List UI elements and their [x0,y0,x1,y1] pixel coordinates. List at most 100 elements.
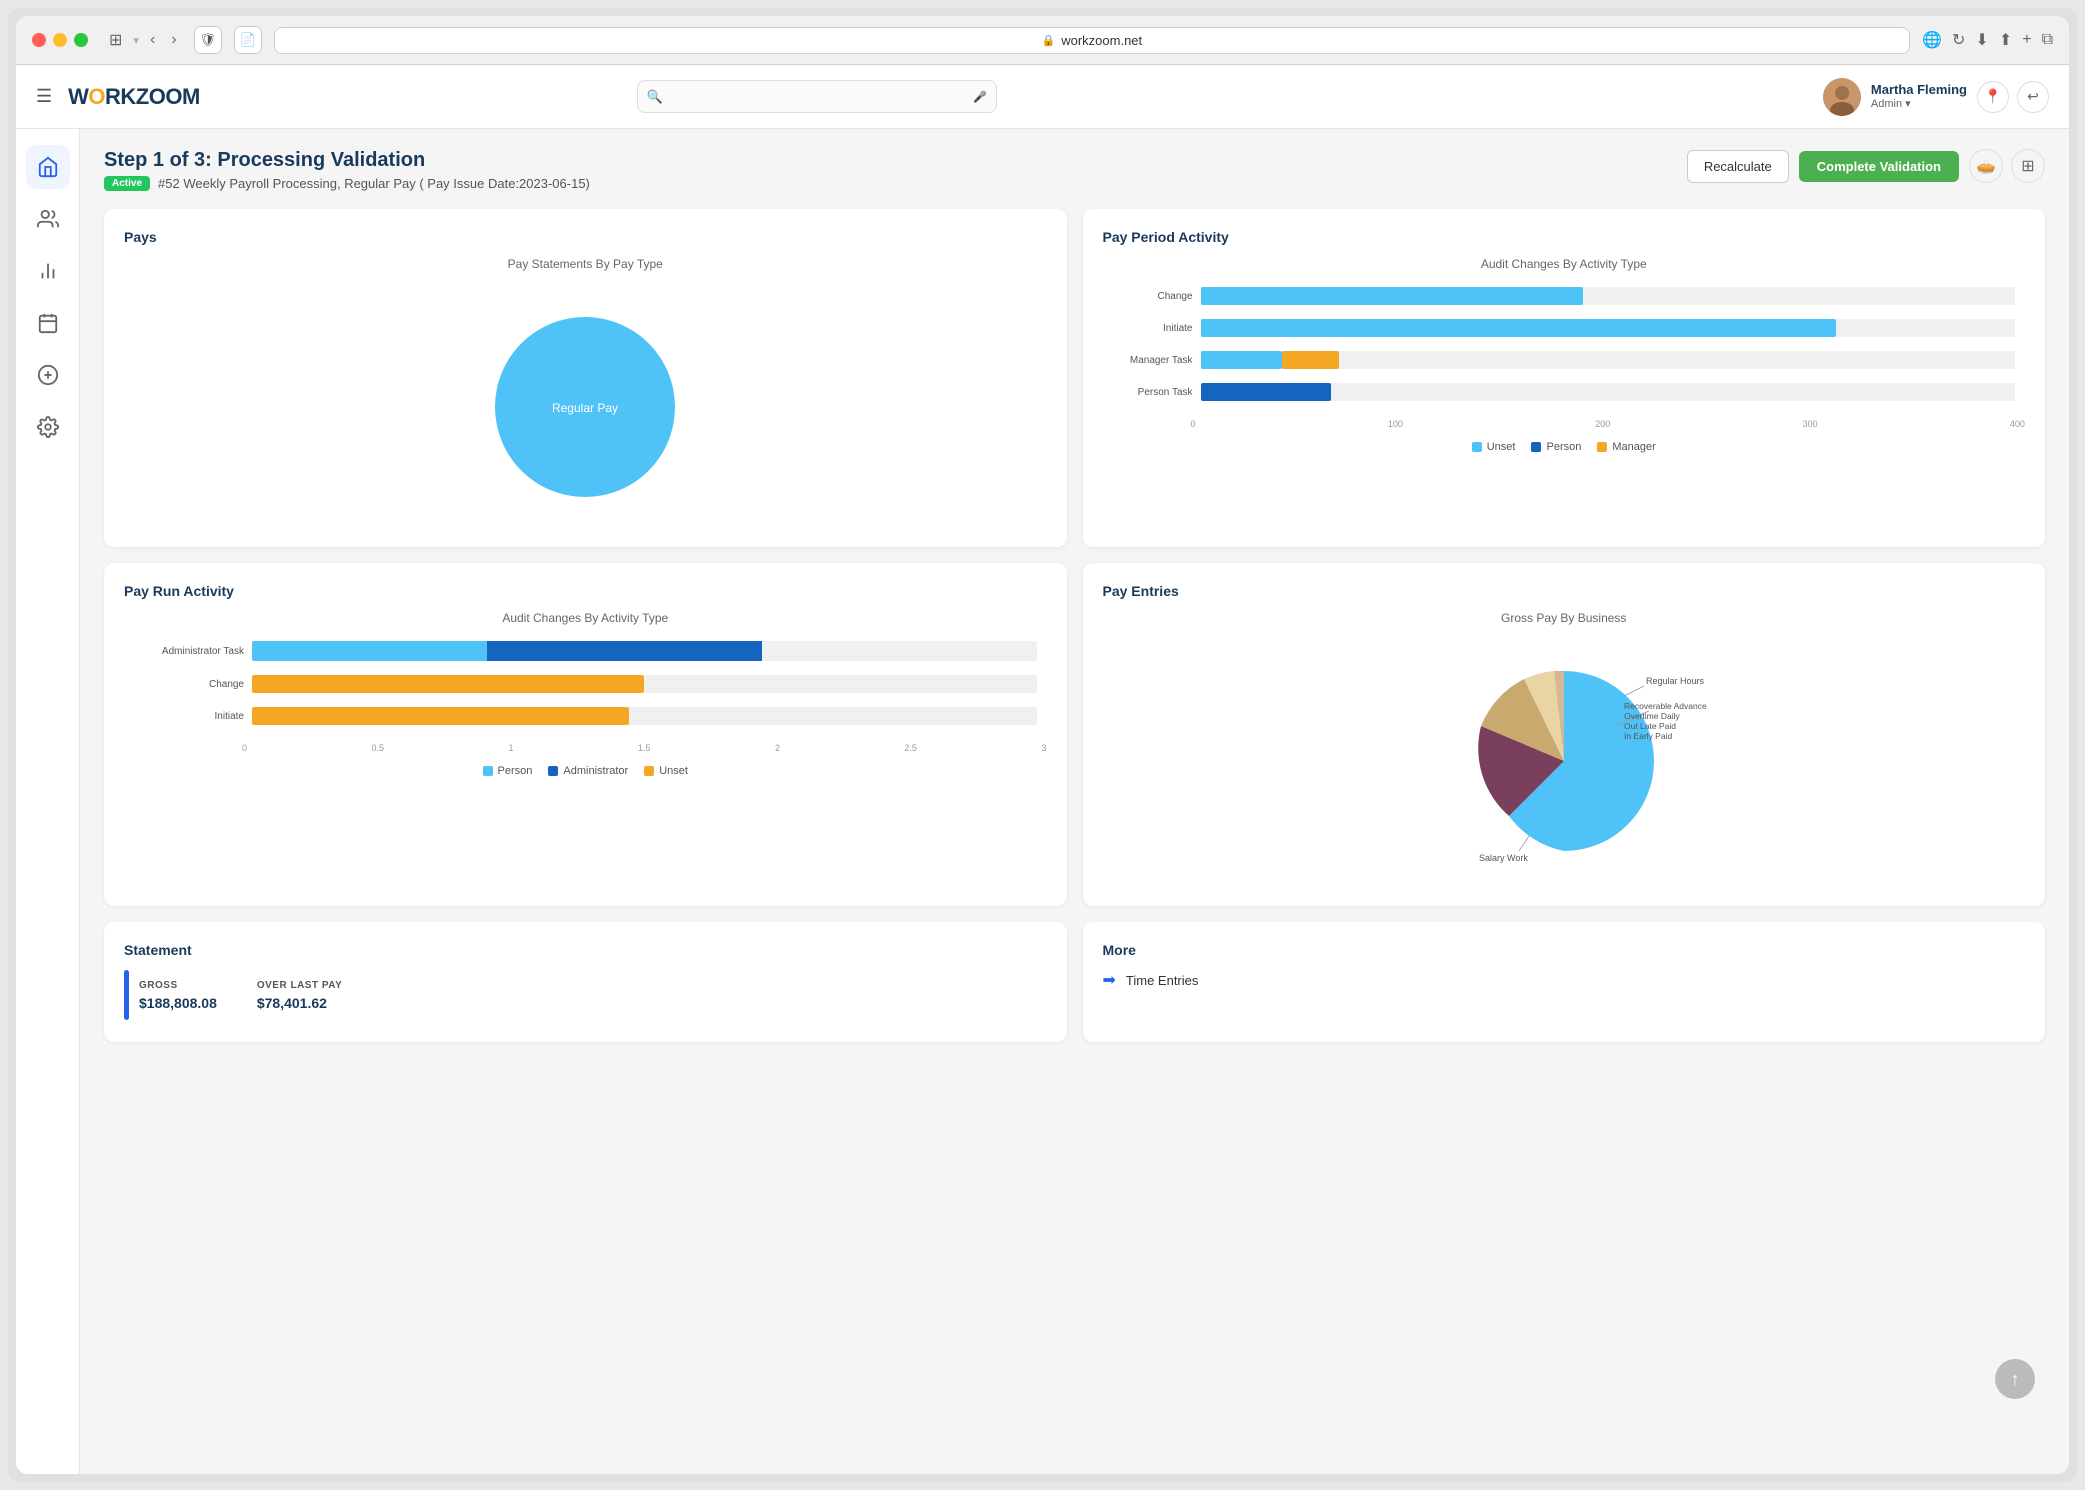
logo: WORKZOOM [68,84,200,110]
header-icon-buttons: 🥧 ⊞ [1969,149,2045,183]
download-icon[interactable]: ⬇ [1975,30,1988,50]
pay-entries-pie-wrapper: Regular Hours Salary Work Recoverable Ad… [1449,651,1679,876]
bottom-section: Statement GROSS $188,808.08 OVER LAST PA… [104,922,2045,1042]
pay-period-card: Pay Period Activity Audit Changes By Act… [1083,209,2046,547]
pay-period-bar-chart: Change Initiate [1103,287,2026,401]
grid-icon-btn[interactable]: ⊞ [2011,149,2045,183]
pay-period-subtitle: Audit Changes By Activity Type [1103,257,2026,271]
bar-fill-blue [1201,287,1584,305]
pay-entries-card: Pay Entries Gross Pay By Business [1083,563,2046,906]
search-voice-icon: 🎤 [973,90,987,103]
page-header-right: Recalculate Complete Validation 🥧 ⊞ [1687,149,2045,183]
chart-icon-btn[interactable]: 🥧 [1969,149,2003,183]
location-icon-btn[interactable]: 📍 [1977,81,2009,113]
bar-row-initiate: Initiate [134,707,1037,725]
bar-row-person-task: Person Task [1113,383,2016,401]
legend-person: Person [483,765,533,777]
content-area: Step 1 of 3: Processing Validation Activ… [80,129,2069,1474]
bar-track [252,675,1037,693]
bar-label: Manager Task [1113,355,1193,366]
legend-dot [1597,442,1607,452]
pay-period-title: Pay Period Activity [1103,229,2026,245]
legend-unset: Unset [1472,441,1516,453]
hamburger-menu[interactable]: ☰ [36,86,52,107]
browser-controls: ⊞ ▾ ‹ › [104,28,182,52]
gross-label: GROSS [139,980,217,991]
sidebar-item-calendar[interactable] [26,301,70,345]
legend-admin: Administrator [548,765,628,777]
more-title: More [1103,942,2026,958]
page-header: Step 1 of 3: Processing Validation Activ… [104,149,2045,191]
statement-row: GROSS $188,808.08 OVER LAST PAY $78,401.… [124,970,1047,1020]
statement-title: Statement [124,942,1047,958]
bar-row-manager-task: Manager Task [1113,351,2016,369]
maximize-button[interactable] [74,33,88,47]
pays-card: Pays Pay Statements By Pay Type Regular … [104,209,1067,547]
logo-text: WORKZOOM [68,84,200,110]
bar-fill-person [252,641,487,661]
page-subtitle: Active #52 Weekly Payroll Processing, Re… [104,176,590,191]
share-icon[interactable]: ⬆ [1999,30,2012,50]
arrow-right-icon: ➡ [1103,970,1116,990]
browser-chrome: ⊞ ▾ ‹ › 🛡 📄 🔒 workzoom.net 🌐 ↻ ⬇ ⬆ + ⧉ [16,16,2069,65]
forward-button[interactable]: › [166,29,181,51]
close-button[interactable] [32,33,46,47]
bar-track [1201,319,2016,337]
pay-entries-subtitle: Gross Pay By Business [1103,611,2026,625]
charts-grid: Pays Pay Statements By Pay Type Regular … [104,209,2045,906]
more-item-time-entries[interactable]: ➡ Time Entries [1103,970,2026,990]
bar-fill-blue [1201,319,1836,337]
sidebar-item-people[interactable] [26,197,70,241]
pays-pie-chart: Regular Pay [475,297,695,517]
add-tab-icon[interactable]: + [2022,31,2031,49]
minimize-button[interactable] [53,33,67,47]
statement-bar-indicator [124,970,129,1020]
search-input[interactable] [637,80,997,113]
bar-fill-blue [1201,351,1282,369]
user-info: Martha Fleming Admin ▾ [1871,82,1967,111]
sidebar [16,129,80,1474]
recalculate-button[interactable]: Recalculate [1687,150,1789,183]
svg-text:Salary Work: Salary Work [1479,853,1528,863]
pays-subtitle: Pay Statements By Pay Type [124,257,1047,271]
translate-icon[interactable]: 🌐 [1922,30,1942,50]
scroll-up-button[interactable]: ↑ [1995,1359,2035,1399]
bar-label: Initiate [1113,323,1193,334]
url-text: workzoom.net [1061,33,1142,48]
pay-run-legend: Person Administrator Unset [124,765,1047,777]
bar-row-change: Change [1113,287,2016,305]
x-axis: 0 0.5 1 1.5 2 2.5 3 [124,739,1047,753]
main-layout: Step 1 of 3: Processing Validation Activ… [16,129,2069,1474]
logo-o: O [88,84,105,109]
refresh-icon[interactable]: ↻ [1952,30,1965,50]
legend-dot [1472,442,1482,452]
legend-person: Person [1531,441,1581,453]
sidebar-toggle-button[interactable]: ⊞ [104,28,127,52]
gross-value: $188,808.08 [139,995,217,1011]
search-bar: 🔍 🎤 [637,80,997,113]
sidebar-item-home[interactable] [26,145,70,189]
back-button[interactable]: ‹ [145,29,160,51]
sidebar-item-analytics[interactable] [26,249,70,293]
time-entries-label: Time Entries [1126,973,1198,988]
complete-validation-button[interactable]: Complete Validation [1799,151,1959,182]
pays-title: Pays [124,229,1047,245]
logout-icon-btn[interactable]: ↩ [2017,81,2049,113]
page-title: Step 1 of 3: Processing Validation [104,149,590,172]
address-bar[interactable]: 🔒 workzoom.net [274,27,1910,54]
tabs-icon[interactable]: ⧉ [2042,31,2053,49]
lock-icon: 🔒 [1042,34,1056,47]
sidebar-item-settings[interactable] [26,405,70,449]
pay-run-title: Pay Run Activity [124,583,1047,599]
page-icon: 📄 [234,26,262,54]
statement-card: Statement GROSS $188,808.08 OVER LAST PA… [104,922,1067,1042]
bar-fill-gold [252,707,629,725]
more-card: More ➡ Time Entries [1083,922,2046,1042]
over-last-pay-value: $78,401.62 [257,995,342,1011]
browser-right-controls: 🌐 ↻ ⬇ ⬆ + ⧉ [1922,30,2053,50]
bar-label: Initiate [134,711,244,722]
page-header-left: Step 1 of 3: Processing Validation Activ… [104,149,590,191]
sidebar-item-payroll[interactable] [26,353,70,397]
pay-run-subtitle: Audit Changes By Activity Type [124,611,1047,625]
stat-col-over-last-pay: OVER LAST PAY $78,401.62 [257,980,342,1011]
